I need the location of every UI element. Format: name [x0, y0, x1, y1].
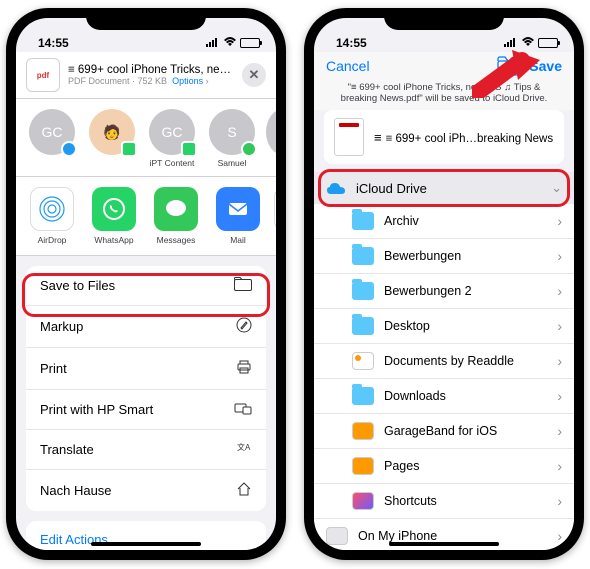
app-more[interactable]	[274, 187, 276, 245]
chevron-right-icon: ›	[557, 318, 562, 334]
contact-item[interactable]: 🧑	[86, 109, 138, 168]
phone-left: 14:55 pdf ≡ 699+ cool iPhone Tricks, new…	[6, 8, 286, 560]
folder-bewerbungen-2[interactable]: Bewerbungen 2›	[314, 274, 574, 309]
chevron-right-icon: ›	[557, 458, 562, 474]
folder-icon	[352, 247, 374, 265]
mail-icon	[216, 187, 260, 231]
folder-garageband[interactable]: GarageBand for iOS›	[314, 414, 574, 449]
home-icon	[236, 481, 252, 500]
folder-archiv[interactable]: Archiv›	[314, 204, 574, 239]
contacts-row: GC 🧑 GC iPT Content S Samuel T	[16, 99, 276, 177]
app-messages[interactable]: Messages	[150, 187, 202, 245]
share-sheet-header: pdf ≡ 699+ cool iPhone Tricks, new iO… P…	[16, 52, 276, 99]
home-indicator[interactable]	[389, 542, 499, 546]
wifi-icon	[223, 36, 237, 50]
chevron-right-icon: ›	[557, 213, 562, 229]
document-card: ≡≡ 699+ cool iPh…breaking News	[324, 110, 564, 164]
folder-icon	[352, 282, 374, 300]
folder-documents-readdle[interactable]: Documents by Readdle›	[314, 344, 574, 379]
folder-icon	[352, 317, 374, 335]
avatar-icon: GC	[149, 109, 195, 155]
screen-left: 14:55 pdf ≡ 699+ cool iPhone Tricks, new…	[16, 18, 276, 550]
folder-shortcuts[interactable]: Shortcuts›	[314, 484, 574, 519]
iphone-icon	[326, 527, 348, 545]
translate-icon: 文A	[236, 441, 252, 458]
action-save-to-files[interactable]: Save to Files	[26, 266, 266, 306]
actions-list: Save to Files Markup Print Print with HP…	[26, 266, 266, 511]
status-time: 14:55	[38, 36, 69, 50]
home-indicator[interactable]	[91, 542, 201, 546]
hp-print-icon	[234, 401, 252, 418]
phone-right: 14:55 Cancel Save "≡ 699+ cool iPhone Tr…	[304, 8, 584, 560]
contact-item[interactable]: S Samuel	[206, 109, 258, 168]
chevron-right-icon: ›	[557, 248, 562, 264]
avatar-icon: T	[266, 109, 276, 155]
signal-icon	[504, 36, 518, 50]
app-airdrop[interactable]: AirDrop	[26, 187, 78, 245]
doc-subtitle: PDF Document · 752 KB Options ›	[68, 76, 234, 86]
battery-icon	[240, 38, 260, 48]
nav-bar: Cancel Save	[314, 52, 574, 82]
contact-item[interactable]: T	[266, 109, 276, 168]
doc-title: ≡ 699+ cool iPhone Tricks, new iO…	[68, 64, 234, 76]
close-button[interactable]: ✕	[242, 63, 266, 87]
action-nach-hause[interactable]: Nach Hause	[26, 470, 266, 511]
folder-downloads[interactable]: Downloads›	[314, 379, 574, 414]
battery-icon	[538, 38, 558, 48]
doc-filename: ≡≡ 699+ cool iPh…breaking News	[374, 130, 553, 145]
whatsapp-icon	[92, 187, 136, 231]
screen-right: 14:55 Cancel Save "≡ 699+ cool iPhone Tr…	[314, 18, 574, 550]
chevron-right-icon: ›	[557, 423, 562, 439]
avatar-icon: GC	[29, 109, 75, 155]
messages-icon	[154, 187, 198, 231]
airdrop-icon	[30, 187, 74, 231]
chevron-down-icon: ⌄	[551, 180, 562, 196]
folder-icon	[352, 212, 374, 230]
status-time: 14:55	[336, 36, 367, 50]
chevron-right-icon: ›	[557, 283, 562, 299]
options-link[interactable]: Options	[172, 76, 203, 86]
markup-icon	[236, 317, 252, 336]
app-whatsapp[interactable]: WhatsApp	[88, 187, 140, 245]
chevron-right-icon: ›	[557, 493, 562, 509]
action-print[interactable]: Print	[26, 348, 266, 390]
signal-icon	[206, 36, 220, 50]
pdf-badge-icon: pdf	[26, 58, 60, 92]
chevron-right-icon: ›	[557, 353, 562, 369]
save-description: "≡ 699+ cool iPhone Tricks, new iOS ♫ Ti…	[314, 82, 574, 110]
chevron-right-icon: ›	[557, 528, 562, 544]
action-print-hp[interactable]: Print with HP Smart	[26, 390, 266, 430]
save-button[interactable]: Save	[529, 58, 562, 74]
cancel-button[interactable]: Cancel	[326, 58, 370, 74]
wifi-icon	[521, 36, 535, 50]
action-translate[interactable]: Translate 文A	[26, 430, 266, 470]
garageband-icon	[352, 422, 374, 440]
folder-list: Archiv› Bewerbungen› Bewerbungen 2› Desk…	[314, 204, 574, 550]
icloud-icon	[326, 181, 346, 196]
avatar-icon: S	[209, 109, 255, 155]
avatar-icon: 🧑	[89, 109, 135, 155]
doc-thumbnail-icon	[334, 118, 364, 156]
chevron-right-icon: ›	[557, 388, 562, 404]
folder-icon	[234, 277, 252, 294]
new-folder-button[interactable]	[497, 56, 519, 76]
svg-text:文A: 文A	[237, 442, 251, 452]
pages-icon	[352, 457, 374, 475]
print-icon	[236, 359, 252, 378]
contact-item[interactable]: GC iPT Content	[146, 109, 198, 168]
folder-desktop[interactable]: Desktop›	[314, 309, 574, 344]
readdle-icon	[352, 352, 374, 370]
location-icloud-drive[interactable]: iCloud Drive ⌄	[314, 172, 574, 204]
folder-bewerbungen[interactable]: Bewerbungen›	[314, 239, 574, 274]
notch	[384, 8, 504, 30]
folder-pages[interactable]: Pages›	[314, 449, 574, 484]
shortcuts-icon	[352, 492, 374, 510]
app-icon	[274, 187, 276, 231]
notch	[86, 8, 206, 30]
contact-item[interactable]: GC	[26, 109, 78, 168]
action-markup[interactable]: Markup	[26, 306, 266, 348]
app-mail[interactable]: Mail	[212, 187, 264, 245]
folder-icon	[352, 387, 374, 405]
apps-row: AirDrop WhatsApp Messages Mail	[16, 177, 276, 256]
